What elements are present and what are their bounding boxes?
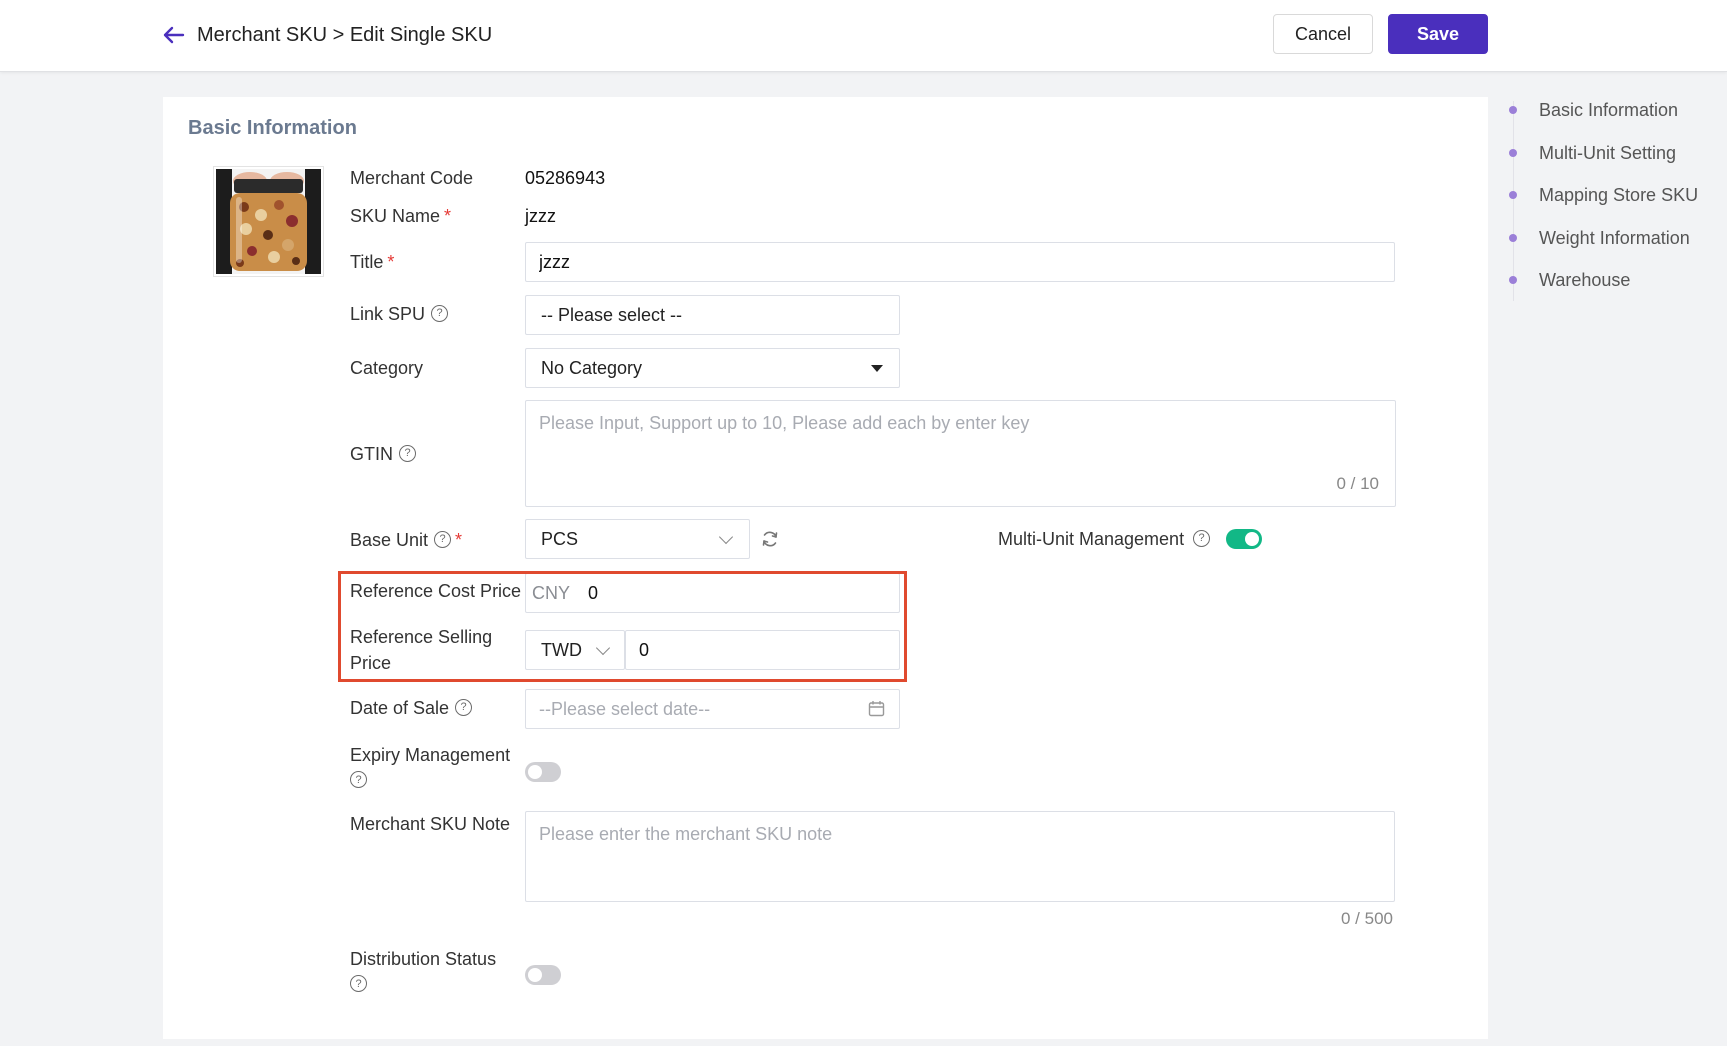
gtin-counter: 0 / 10 (1336, 474, 1379, 493)
date-of-sale-input[interactable] (526, 690, 899, 728)
chevron-down-icon (718, 529, 734, 545)
distribution-status-label-text: Distribution Status (350, 949, 497, 969)
ref-selling-price-label-line1: Reference Selling (350, 627, 493, 647)
sku-name-label-text: SKU Name (350, 206, 441, 226)
caret-down-icon (871, 365, 883, 372)
question-circle-icon: ? (434, 530, 452, 548)
nav-dot (1509, 149, 1517, 157)
required-asterisk: * (387, 252, 395, 272)
question-circle-icon: ? (350, 975, 367, 992)
ref-selling-price-label: Reference Selling Price (350, 624, 492, 676)
gtin-label-text: GTIN (350, 444, 393, 464)
link-spu-select-value: -- Please select -- (541, 305, 683, 325)
nav-dot (1509, 234, 1517, 242)
merchant-code-label: Merchant Code (350, 168, 474, 188)
toggle-knob (528, 765, 542, 779)
date-of-sale-input-wrapper (525, 689, 900, 729)
base-unit-select-value: PCS (541, 529, 579, 549)
distribution-status-label: Distribution Status ? (350, 946, 496, 994)
link-spu-label: Link SPU? (350, 301, 449, 327)
multi-unit-label: Multi-Unit Management? (998, 526, 1211, 552)
base-unit-label: Base Unit? * (350, 527, 462, 553)
merchant-sku-note-input[interactable] (526, 812, 1394, 901)
base-unit-select[interactable]: PCS (525, 519, 750, 559)
cancel-button[interactable]: Cancel (1273, 14, 1373, 54)
sku-name-label: SKU Name * (350, 203, 451, 229)
sku-image[interactable] (213, 166, 324, 277)
save-button[interactable]: Save (1388, 14, 1488, 54)
link-spu-select[interactable]: -- Please select -- (525, 295, 900, 335)
toggle-knob (1245, 532, 1259, 546)
breadcrumb: Merchant SKU > Edit Single SKU (197, 24, 493, 46)
title-label-text: Title (350, 252, 384, 272)
back-arrow-icon[interactable] (161, 22, 187, 48)
nav-dot (1509, 106, 1517, 114)
ref-selling-price-label-line2: Price (350, 653, 392, 673)
ref-selling-price-input[interactable] (626, 631, 899, 669)
question-circle-icon: ? (399, 444, 416, 462)
expiry-management-label-text: Expiry Management (350, 745, 511, 765)
cost-currency-prefix: CNY (532, 583, 571, 603)
question-circle-icon: ? (455, 698, 473, 716)
ref-cost-price-input[interactable] (526, 574, 899, 612)
top-bar: Merchant SKU > Edit Single SKU Cancel Sa… (0, 0, 1727, 72)
ref-selling-price-input-wrapper (625, 630, 900, 670)
question-circle-icon: ? (1193, 529, 1211, 547)
link-spu-label-text: Link SPU (350, 304, 426, 324)
title-input-wrapper (525, 242, 1395, 282)
date-of-sale-label: Date of Sale? (350, 695, 473, 721)
question-circle-icon: ? (431, 304, 449, 322)
ref-cost-price-label: Reference Cost Price (350, 581, 522, 601)
required-asterisk: * (444, 206, 452, 226)
expiry-management-toggle[interactable] (525, 762, 561, 782)
category-select[interactable]: No Category (525, 348, 900, 388)
ref-cost-price-input-wrapper: CNY (525, 573, 900, 613)
merchant-sku-note-input-wrapper (525, 811, 1395, 902)
section-title: Basic Information (188, 117, 357, 139)
nav-dot (1509, 276, 1517, 284)
multi-unit-label-text: Multi-Unit Management (998, 529, 1185, 549)
merchant-code-value: 05286943 (525, 168, 606, 188)
category-label: Category (350, 358, 424, 378)
gtin-label: GTIN? (350, 441, 416, 467)
sku-name-value: jzzz (525, 206, 556, 226)
title-label: Title * (350, 249, 394, 275)
question-circle-icon: ? (350, 771, 367, 788)
date-of-sale-label-text: Date of Sale (350, 698, 450, 718)
base-unit-label-text: Base Unit (350, 530, 429, 550)
refresh-icon[interactable] (760, 529, 780, 549)
toggle-knob (528, 968, 542, 982)
required-asterisk: * (455, 530, 463, 550)
selling-currency-value: TWD (541, 640, 582, 660)
merchant-sku-note-label: Merchant SKU Note (350, 814, 511, 834)
multi-unit-toggle[interactable] (1226, 529, 1262, 549)
calendar-icon[interactable] (868, 700, 885, 722)
gtin-input-wrapper: 0 / 10 (525, 400, 1396, 507)
nav-dot (1509, 191, 1517, 199)
chevron-down-icon (595, 640, 611, 656)
gtin-input[interactable] (526, 401, 1395, 506)
distribution-status-toggle[interactable] (525, 965, 561, 985)
category-select-value: No Category (541, 358, 643, 378)
title-input[interactable] (526, 243, 1394, 281)
selling-currency-select[interactable]: TWD (525, 630, 625, 670)
expiry-management-label: Expiry Management ? (350, 742, 510, 790)
merchant-sku-note-counter: 0 / 500 (1341, 909, 1393, 928)
side-nav-rail (1513, 101, 1514, 301)
